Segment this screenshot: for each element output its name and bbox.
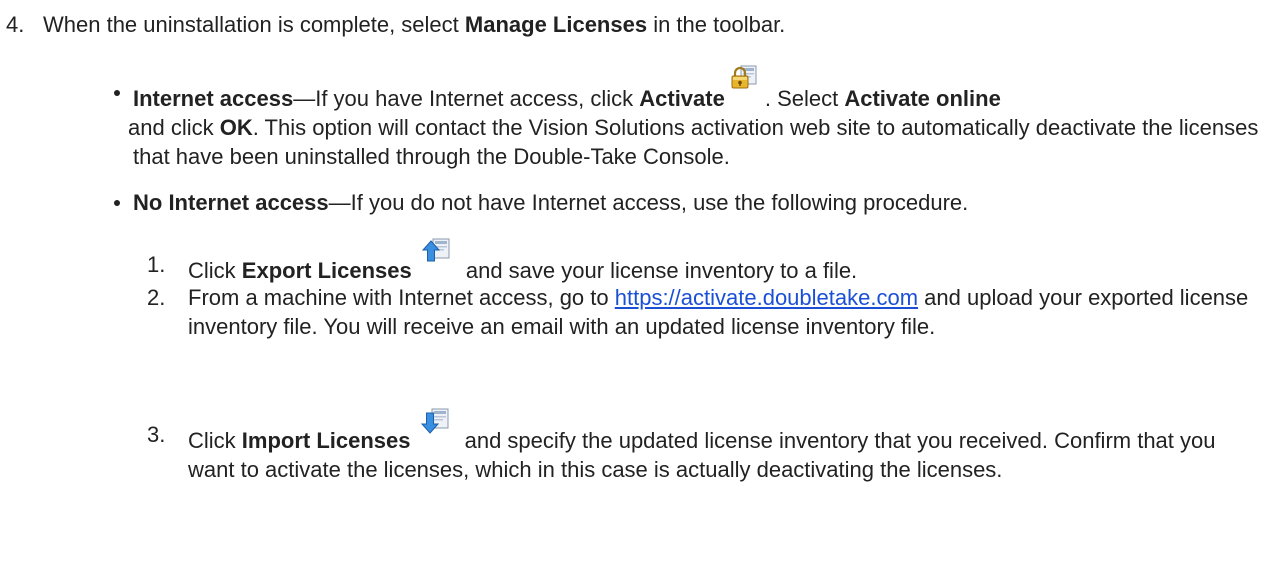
activate-online-label: Activate online: [844, 86, 1001, 111]
activate-label: Activate: [639, 86, 725, 111]
procedure-step-2: 2. From a machine with Internet access, …: [147, 283, 1257, 341]
step-rest-text: and save your license inventory to a fil…: [459, 258, 858, 283]
step-click-text: Click: [188, 428, 242, 453]
export-licenses-icon: [421, 238, 452, 280]
bullet-dot: [114, 200, 120, 206]
activation-site-link[interactable]: https://activate.doubletake.com: [615, 285, 918, 310]
bullet-title: No Internet access: [133, 190, 329, 215]
step-text-after: in the toolbar.: [647, 12, 786, 37]
procedure-step-1: 1. Click Export Licenses and save your l…: [147, 238, 1257, 285]
step-click-text: Click: [188, 258, 242, 283]
step-4: 4. When the uninstallation is complete, s…: [6, 10, 1256, 39]
bullet-text: and click: [128, 115, 220, 140]
bullet-no-internet-access: No Internet access—If you do not have In…: [110, 188, 1260, 217]
import-licenses-label: Import Licenses: [241, 428, 411, 453]
procedure-step-3: 3. Click Import Licenses and specify the…: [147, 408, 1257, 484]
bullet-dot: [114, 90, 120, 96]
step-number: 1.: [147, 252, 166, 277]
step-text-before: From a machine with Internet access, go …: [188, 285, 615, 310]
bullet-text: —If you do not have Internet access, use…: [328, 190, 969, 215]
step-text-before: When the uninstallation is complete, sel…: [43, 12, 465, 37]
import-licenses-icon: [420, 408, 451, 450]
bullet-title: Internet access: [133, 86, 294, 111]
bullet-internet-access: Internet access—If you have Internet acc…: [110, 65, 1260, 171]
step-number: 2.: [147, 285, 166, 310]
bullet-text: . Select: [764, 86, 845, 111]
bullet-text: . This option will contact the Vision So…: [133, 115, 1259, 169]
bullet-list: Internet access—If you have Internet acc…: [110, 65, 1260, 217]
ok-label: OK: [219, 115, 253, 140]
step-number: 3.: [147, 422, 166, 447]
step-number: 4.: [6, 12, 25, 37]
step-text: Click Export Licenses and save your lice…: [188, 238, 1257, 285]
export-licenses-label: Export Licenses: [241, 258, 412, 283]
bullet-text: —If you have Internet access, click: [293, 86, 640, 111]
activate-lock-icon: [729, 65, 759, 108]
step-text: From a machine with Internet access, go …: [188, 283, 1257, 341]
manage-licenses-label: Manage Licenses: [464, 12, 648, 37]
step-text: Click Import Licenses and specify the up…: [188, 408, 1257, 484]
